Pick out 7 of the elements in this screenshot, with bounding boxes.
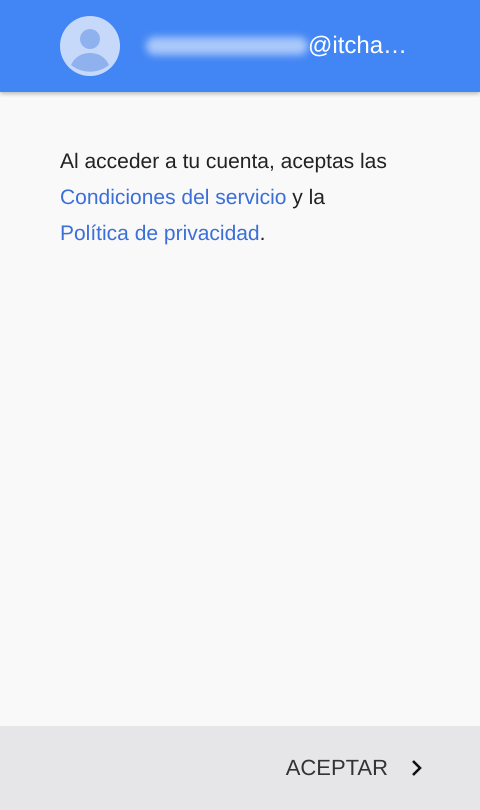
avatar-icon [60,16,120,76]
terms-link[interactable]: Condiciones del servicio [60,186,286,209]
accept-button[interactable]: ACEPTAR [286,747,424,789]
chevron-right-icon [410,759,424,777]
terms-link[interactable]: Política de privacidad [60,222,260,245]
account-email: @itcha… [308,32,408,60]
terms-text: Al acceder a tu cuenta, aceptas las Condiciones del servicio y la Política de privacidad. [60,149,388,247]
